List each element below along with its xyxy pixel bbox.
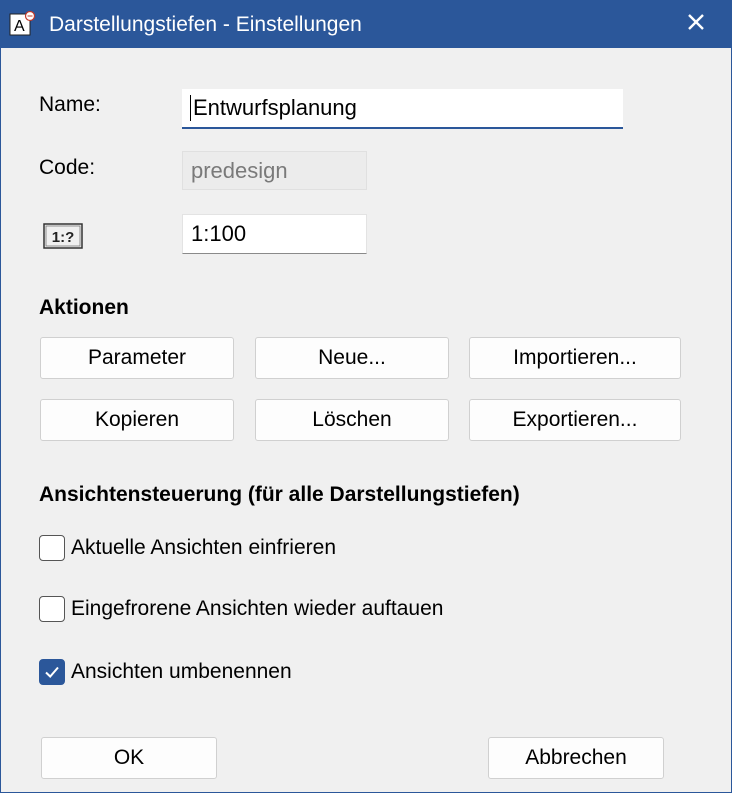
- delete-button[interactable]: Löschen: [255, 399, 449, 441]
- new-button[interactable]: Neue...: [255, 337, 449, 379]
- settings-dialog: A Darstellungstiefen - Einstellungen Nam…: [0, 0, 732, 793]
- cancel-button[interactable]: Abbrechen: [488, 737, 664, 779]
- rename-views-label[interactable]: Ansichten umbenennen: [71, 660, 292, 684]
- unfreeze-views-checkbox-row[interactable]: Eingefrorene Ansichten wieder auftauen: [39, 595, 443, 623]
- freeze-views-checkbox[interactable]: [39, 535, 65, 561]
- close-button[interactable]: [661, 1, 731, 48]
- name-input-value: Entwurfsplanung: [193, 95, 357, 120]
- rename-views-checkbox-row[interactable]: Ansichten umbenennen: [39, 658, 292, 686]
- app-a-icon: A: [9, 10, 36, 37]
- ok-button[interactable]: OK: [41, 737, 217, 779]
- freeze-views-label[interactable]: Aktuelle Ansichten einfrieren: [71, 536, 336, 560]
- scale-icon: 1:?: [43, 223, 83, 249]
- window-title: Darstellungstiefen - Einstellungen: [49, 13, 362, 36]
- svg-text:A: A: [14, 18, 25, 35]
- name-input[interactable]: Entwurfsplanung: [182, 89, 623, 129]
- checkmark-icon: [45, 666, 59, 678]
- actions-heading: Aktionen: [39, 296, 129, 319]
- scale-input-value: 1:100: [191, 221, 247, 246]
- scale-icon-text: 1:?: [52, 229, 75, 246]
- close-icon: [687, 13, 705, 36]
- import-button[interactable]: Importieren...: [469, 337, 681, 379]
- unfreeze-views-checkbox[interactable]: [39, 596, 65, 622]
- rename-views-checkbox[interactable]: [39, 659, 65, 685]
- export-button[interactable]: Exportieren...: [469, 399, 681, 441]
- name-label: Name:: [39, 93, 101, 116]
- freeze-views-checkbox-row[interactable]: Aktuelle Ansichten einfrieren: [39, 534, 336, 562]
- title-bar[interactable]: A Darstellungstiefen - Einstellungen: [1, 1, 731, 48]
- text-caret: [190, 95, 191, 121]
- code-input-value: predesign: [191, 157, 288, 183]
- parameter-button[interactable]: Parameter: [40, 337, 234, 379]
- view-control-heading: Ansichtensteuerung (für alle Darstellung…: [39, 483, 520, 506]
- code-label: Code:: [39, 156, 96, 179]
- scale-input[interactable]: 1:100: [182, 214, 367, 254]
- copy-button[interactable]: Kopieren: [40, 399, 234, 441]
- code-input: predesign: [182, 151, 367, 190]
- unfreeze-views-label[interactable]: Eingefrorene Ansichten wieder auftauen: [71, 597, 443, 621]
